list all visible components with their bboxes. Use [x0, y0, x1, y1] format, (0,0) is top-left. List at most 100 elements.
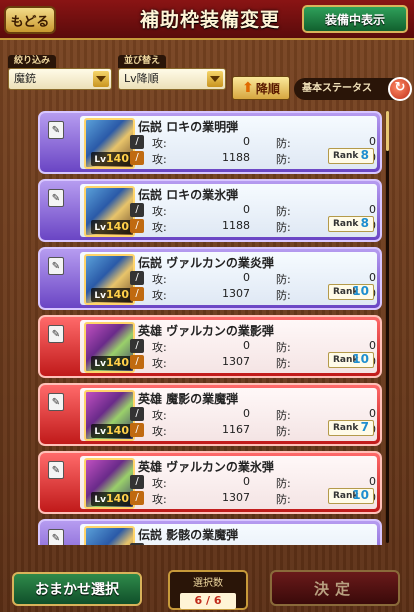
lock-icon[interactable]: ✎ [48, 461, 64, 479]
weapon-name: 伝説 ヴァルカンの業炎弾 [138, 256, 274, 270]
weapon-thumbnail: Lv140 [84, 458, 135, 509]
defense-label: 防: [276, 409, 291, 422]
attack-value: 1307 [222, 287, 250, 300]
filter-value: 魔銃 [14, 72, 36, 85]
attack-value: 0 [243, 203, 250, 216]
sort-direction-label: 降順 [255, 81, 280, 96]
rank-label: Rank [333, 423, 359, 433]
rank-value: 7 [360, 420, 369, 434]
level-badge: Lv140 [91, 152, 132, 166]
equipment-card[interactable]: ✎ Lv140 英雄 魔影の業魔弾 / 攻: 0 防: 0 / 攻: 1167 … [38, 383, 382, 446]
defense-label: 防: [276, 153, 291, 166]
weapon-name: 英雄 ヴァルカンの業氷弾 [138, 460, 274, 474]
defense-value: 0 [296, 543, 376, 545]
attack-label: 攻: [152, 409, 167, 422]
level-value: 140 [106, 492, 129, 505]
header-bar: もどる 補助枠装備変更 装備中表示 [0, 0, 414, 40]
level-value: 140 [106, 356, 129, 369]
defense-value: 0 [369, 339, 376, 352]
weapon-name: 英雄 ヴァルカンの業影弾 [138, 324, 274, 338]
level-prefix: Lv [94, 291, 107, 301]
scrollbar[interactable] [386, 111, 389, 543]
attack-label: 攻: [152, 221, 167, 234]
defense-label: 防: [276, 425, 291, 438]
level-prefix: Lv [94, 359, 107, 369]
rank-value: 8 [360, 216, 369, 230]
equipment-card[interactable]: ✎ Lv140 伝説 ロキの業明弾 / 攻: 0 防: 0 / 攻: 1188 … [38, 111, 382, 174]
weapon-thumbnail: Lv140 [84, 186, 135, 237]
back-button[interactable]: もどる [4, 6, 56, 34]
sort-value: Lv降順 [124, 72, 159, 85]
defense-label: 防: [276, 543, 291, 545]
sword-icon: / [130, 271, 144, 285]
level-value: 140 [106, 152, 129, 165]
lock-icon[interactable]: ✎ [48, 189, 64, 207]
staff-icon: / [130, 491, 144, 505]
equipment-card[interactable]: ✎ Lv140 伝説 影骸の業魔弾 / 攻: 0 防: 0 / 攻: 防: Ra… [38, 519, 382, 545]
equipment-card[interactable]: ✎ Lv140 伝説 ヴァルカンの業炎弾 / 攻: 0 防: 0 / 攻: 13… [38, 247, 382, 310]
rank-badge: Rank 7 [328, 420, 374, 436]
filter-label: 絞り込み [8, 55, 57, 68]
attack-value: 1307 [222, 355, 250, 368]
equipment-list: ✎ Lv140 伝説 ロキの業明弾 / 攻: 0 防: 0 / 攻: 1188 … [38, 111, 382, 545]
selection-count-label: 選択数 [193, 578, 223, 589]
status-toggle[interactable]: 基本ステータス ↻ [294, 77, 412, 101]
sort-select[interactable]: Lv降順 [118, 68, 226, 90]
lock-icon[interactable]: ✎ [48, 529, 64, 545]
equipment-card[interactable]: ✎ Lv140 伝説 ロキの業氷弾 / 攻: 0 防: 0 / 攻: 1188 … [38, 179, 382, 242]
equipment-card[interactable]: ✎ Lv140 英雄 ヴァルカンの業氷弾 / 攻: 0 防: 0 / 攻: 13… [38, 451, 382, 514]
decide-button[interactable]: 決定 [270, 570, 400, 606]
rank-badge: Rank 10 [328, 352, 374, 368]
auto-select-button[interactable]: おまかせ選択 [12, 572, 142, 606]
weapon-name: 伝説 ロキの業氷弾 [138, 188, 239, 202]
selection-count-value: 6 / 6 [180, 593, 236, 609]
lock-icon[interactable]: ✎ [48, 257, 64, 275]
level-badge: Lv140 [91, 220, 132, 234]
attack-label: 攻: [152, 357, 167, 370]
footer: おまかせ選択 選択数 6 / 6 決定 [0, 560, 414, 612]
show-equipped-button[interactable]: 装備中表示 [302, 5, 408, 33]
defense-label: 防: [276, 289, 291, 302]
filter-select[interactable]: 魔銃 [8, 68, 112, 90]
defense-value: 0 [369, 271, 376, 284]
lock-icon[interactable]: ✎ [48, 393, 64, 411]
page-title: 補助枠装備変更 [139, 9, 280, 31]
status-toggle-label: 基本ステータス [302, 83, 372, 94]
weapon-thumbnail: Lv140 [84, 526, 135, 545]
level-badge: Lv140 [91, 492, 132, 506]
attack-label: 攻: [152, 153, 167, 166]
attack-label: 攻: [152, 205, 167, 218]
weapon-thumbnail: Lv140 [84, 254, 135, 305]
equipment-card[interactable]: ✎ Lv140 英雄 ヴァルカンの業影弾 / 攻: 0 防: 0 / 攻: 13… [38, 315, 382, 378]
sword-icon: / [130, 543, 144, 545]
lock-icon[interactable]: ✎ [48, 325, 64, 343]
scrollbar-thumb[interactable] [386, 111, 389, 151]
equipment-change-screen: もどる 補助枠装備変更 装備中表示 絞り込み 魔銃 並び替え Lv降順 ⬆ 降順… [0, 0, 414, 612]
level-badge: Lv140 [91, 424, 132, 438]
attack-value: 0 [243, 339, 250, 352]
attack-label: 攻: [152, 273, 167, 286]
defense-label: 防: [276, 493, 291, 506]
sword-icon: / [130, 339, 144, 353]
staff-icon: / [130, 219, 144, 233]
arrow-up-icon: ⬆ [242, 80, 254, 96]
weapon-thumbnail: Lv140 [84, 322, 135, 373]
level-badge: Lv140 [91, 288, 132, 302]
attack-label: 攻: [152, 543, 167, 545]
attack-value: 1188 [222, 151, 250, 164]
defense-label: 防: [276, 205, 291, 218]
level-value: 140 [106, 288, 129, 301]
level-prefix: Lv [94, 427, 107, 437]
sort-direction-button[interactable]: ⬆ 降順 [232, 76, 290, 100]
rank-value: 10 [352, 488, 369, 502]
lock-icon[interactable]: ✎ [48, 121, 64, 139]
sort-label: 並び替え [118, 55, 167, 68]
level-value: 140 [106, 424, 129, 437]
refresh-icon[interactable]: ↻ [388, 77, 412, 101]
sword-icon: / [130, 475, 144, 489]
defense-label: 防: [276, 357, 291, 370]
level-badge: Lv140 [91, 356, 132, 370]
rank-badge: Rank 10 [328, 488, 374, 504]
rank-value: 10 [352, 284, 369, 298]
staff-icon: / [130, 423, 144, 437]
